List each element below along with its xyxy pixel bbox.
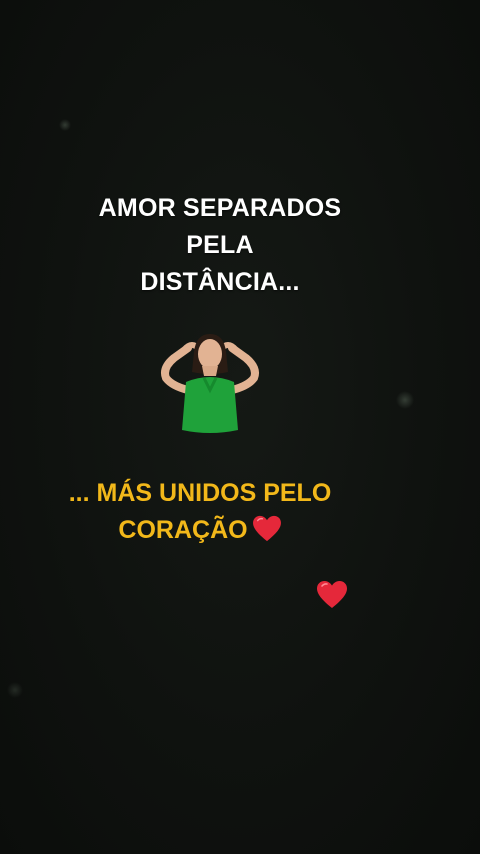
subline-line-2: CORAÇÃO bbox=[118, 516, 248, 544]
red-heart-icon bbox=[317, 581, 347, 608]
red-heart-icon bbox=[252, 515, 281, 542]
headline-text: AMOR SEPARADOS PELA DISTÂNCIA... bbox=[0, 190, 440, 301]
subline-line-2-wrap: CORAÇÃO bbox=[0, 512, 400, 549]
subline-text: ... MÁS UNIDOS PELO CORAÇÃO bbox=[0, 475, 400, 549]
subline-line-1: ... MÁS UNIDOS PELO bbox=[68, 479, 332, 507]
headline-line-2: PELA bbox=[186, 231, 254, 259]
headline-line-3: DISTÂNCIA... bbox=[140, 268, 300, 296]
headline-line-1: AMOR SEPARADOS bbox=[98, 194, 342, 222]
woman-heart-hands-sticker bbox=[161, 334, 259, 433]
